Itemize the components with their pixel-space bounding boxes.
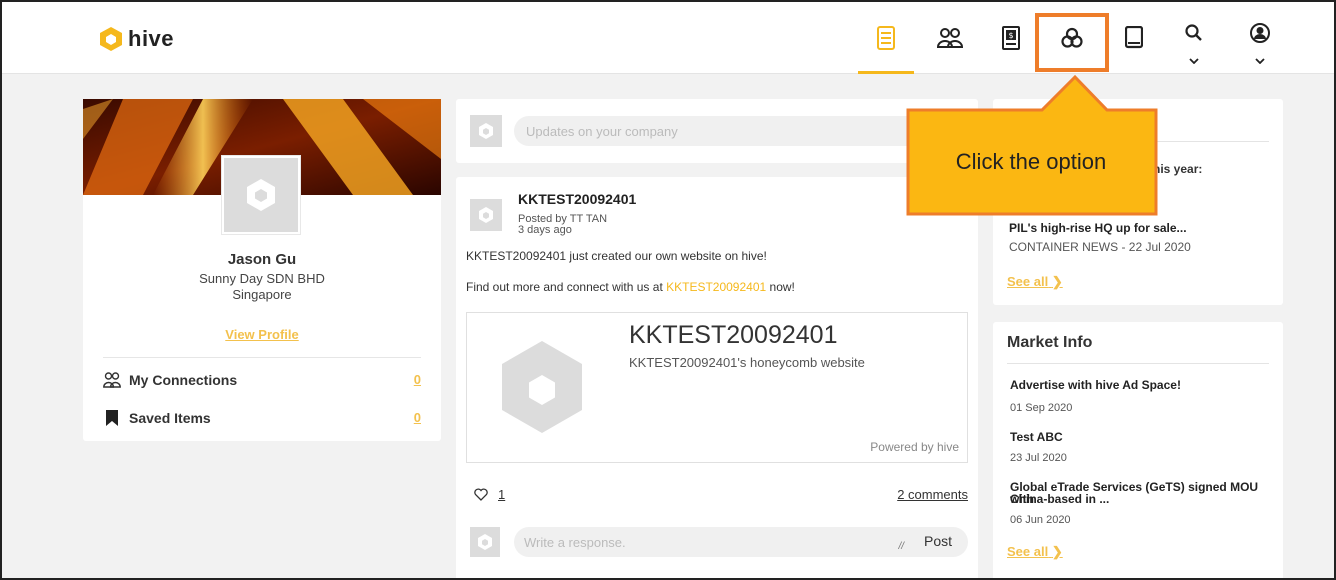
profile-card: Jason Gu Sunny Day SDN BHD Singapore Vie… <box>83 99 441 441</box>
response-box[interactable]: Write a response. // Post <box>514 527 968 557</box>
chevron-right-icon: ❯ <box>1051 544 1063 559</box>
heart-icon[interactable] <box>474 488 488 501</box>
market-info-header: Market Info <box>1007 334 1093 351</box>
website-preview-card[interactable]: KKTEST20092401 KKTEST20092401's honeycom… <box>466 312 968 463</box>
post-body-line: Find out more and connect with us at KKT… <box>466 280 795 294</box>
market-item-title[interactable]: Advertise with hive Ad Space! <box>1010 379 1181 391</box>
profile-company: Sunny Day SDN BHD <box>199 271 325 286</box>
nav-feed[interactable] <box>858 2 914 74</box>
hexagon-placeholder-icon <box>479 123 493 139</box>
saved-items-label: Saved Items <box>129 410 211 426</box>
see-all-label: See all <box>1007 544 1049 559</box>
market-info-card: Market Info Advertise with hive Ad Space… <box>993 322 1283 578</box>
comments-link[interactable]: 2 comments <box>897 487 968 502</box>
hexagon-placeholder-icon <box>478 534 492 550</box>
connections-icon <box>937 28 963 48</box>
trade-icon: $ <box>1002 26 1020 50</box>
like-control[interactable]: 1 <box>474 487 505 502</box>
connections-icon <box>103 372 121 388</box>
post-button[interactable]: Post <box>924 533 952 549</box>
nav-trade[interactable]: $ <box>983 2 1039 74</box>
post-body-text: now! <box>766 280 795 294</box>
news-item-title[interactable]: PIL's high-rise HQ up for sale... <box>1009 221 1187 235</box>
post-body-line: KKTEST20092401 just created our own webs… <box>466 249 767 263</box>
market-item-title[interactable]: Test ABC <box>1010 431 1063 443</box>
market-item-date: 06 Jun 2020 <box>1010 514 1071 526</box>
response-avatar <box>470 527 500 557</box>
view-profile-link[interactable]: View Profile <box>83 327 441 342</box>
brand-name: hive <box>128 26 175 51</box>
news-see-all-link[interactable]: See all ❯ <box>1007 274 1063 290</box>
my-connections-label: My Connections <box>129 372 238 388</box>
market-item-date: 01 Sep 2020 <box>1010 402 1073 414</box>
response-input[interactable]: Write a response. <box>524 535 626 550</box>
chevron-down-icon <box>1255 58 1265 64</box>
market-item-date: 23 Jul 2020 <box>1010 452 1067 464</box>
update-input[interactable]: Updates on your company <box>514 116 964 146</box>
see-all-label: See all <box>1007 274 1049 289</box>
powered-by-label: Powered by hive <box>870 440 959 454</box>
nav-book[interactable] <box>1106 2 1162 74</box>
highlight-box <box>1035 13 1109 72</box>
like-count[interactable]: 1 <box>498 487 505 502</box>
website-link[interactable]: KKTEST20092401 <box>666 280 766 294</box>
divider <box>1007 363 1269 364</box>
hive-logo-icon <box>100 27 122 51</box>
connections-count[interactable]: 0 <box>414 372 421 387</box>
page-frame: hive $ Jason Gu Sunny Day SDN BHD Singap… <box>0 0 1336 580</box>
resize-handle-icon[interactable]: // <box>898 541 904 552</box>
svg-text:$: $ <box>1008 31 1013 40</box>
post-timestamp: 3 days ago <box>518 224 572 236</box>
hexagon-placeholder-icon <box>479 207 493 223</box>
market-item-title-continued[interactable]: China-based in ... <box>1010 493 1109 505</box>
nav-connections[interactable] <box>922 2 978 74</box>
profile-city: Singapore <box>232 287 292 302</box>
hexagon-placeholder-icon <box>247 179 275 211</box>
profile-icon <box>1250 23 1270 43</box>
market-see-all-link[interactable]: See all ❯ <box>1007 544 1063 560</box>
chevron-right-icon: ❯ <box>1051 274 1063 289</box>
profile-name: Jason Gu <box>227 251 297 268</box>
post-title[interactable]: KKTEST20092401 <box>518 191 636 207</box>
saved-items-row[interactable]: Saved Items 0 <box>103 407 421 429</box>
divider <box>103 357 421 358</box>
company-avatar <box>470 115 502 147</box>
status-composer: Updates on your company <box>456 99 978 163</box>
book-icon <box>1125 26 1143 49</box>
website-title: KKTEST20092401 <box>629 321 838 349</box>
nav-search[interactable] <box>1166 2 1222 74</box>
news-item-source: CONTAINER NEWS - 22 Jul 2020 <box>1009 240 1191 254</box>
post-body-text: Find out more and connect with us at <box>466 280 667 294</box>
my-connections-row[interactable]: My Connections 0 <box>103 369 421 391</box>
search-icon <box>1185 24 1202 41</box>
post-author-avatar[interactable] <box>470 199 502 231</box>
hexagon-placeholder-icon <box>502 341 582 433</box>
hive-logo[interactable]: hive <box>98 26 174 52</box>
nav-profile[interactable] <box>1232 2 1288 74</box>
bookmark-icon <box>106 410 118 426</box>
avatar[interactable] <box>221 155 301 235</box>
callout-text: Click the option <box>955 149 1107 174</box>
saved-items-count[interactable]: 0 <box>414 410 421 425</box>
chevron-down-icon <box>1189 58 1199 64</box>
feed-post: KKTEST20092401 Posted by TT TAN 3 days a… <box>456 177 978 578</box>
feed-icon <box>877 26 895 50</box>
website-description: KKTEST20092401's honeycomb website <box>629 355 865 370</box>
top-navigation-bar: hive $ <box>2 2 1334 74</box>
